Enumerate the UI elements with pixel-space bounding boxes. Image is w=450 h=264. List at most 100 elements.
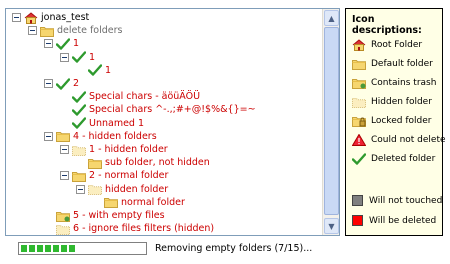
collapse-toggle[interactable] — [28, 26, 37, 36]
scroll-down-button[interactable]: ▼ — [324, 218, 339, 234]
default-folder-icon — [72, 170, 86, 182]
progress-block — [69, 245, 75, 252]
collapse-toggle[interactable] — [60, 145, 69, 154]
legend-swatch-item: Will not touched — [352, 195, 442, 206]
root-folder-icon — [24, 11, 38, 24]
default-folder-icon — [88, 157, 102, 169]
scroll-up-button[interactable]: ▲ — [324, 10, 339, 26]
hidden-folder-icon — [72, 144, 86, 156]
contains-trash-icon — [56, 210, 70, 222]
color-swatch — [352, 195, 363, 206]
legend-item-label: Root Folder — [371, 40, 423, 50]
deleted-check-icon — [71, 104, 87, 116]
tree-node[interactable]: sub folder, not hidden — [76, 156, 210, 169]
tree-node[interactable]: 6 - ignore files filters (hidden) — [44, 222, 214, 235]
tree-node[interactable]: 4 - hidden folders — [44, 130, 157, 143]
collapse-toggle[interactable] — [44, 131, 53, 141]
locked-folder-icon — [352, 115, 366, 127]
warning-icon — [351, 133, 367, 146]
root-folder-icon — [352, 39, 366, 51]
legend-item-label: Default folder — [371, 59, 433, 69]
tree-node[interactable]: Special chars ^-.,;#+@!$%&{}=~ — [60, 103, 256, 116]
tree-node[interactable]: Unnamed 1 — [60, 117, 144, 130]
contains-trash-icon — [352, 77, 366, 89]
tree-node-label: sub folder, not hidden — [105, 157, 210, 169]
tree-node[interactable]: normal folder — [92, 196, 185, 209]
tree-node-label: 2 — [73, 78, 80, 89]
status-text: Removing empty folders (7/15)... — [155, 243, 313, 254]
tree-node-label: jonas_test — [41, 12, 90, 23]
tree-node-label: 1 — [105, 64, 112, 76]
vertical-scrollbar[interactable]: ▲ ▼ — [322, 9, 339, 235]
color-swatch — [352, 215, 363, 226]
tree-viewport: jonas_test delete folders 1 1 1 2 Special char… — [6, 9, 322, 235]
legend-item-label: Could not delete — [371, 135, 446, 145]
legend-item: Contains trash — [352, 77, 436, 89]
tree-node-label: 5 - with empty files — [73, 210, 165, 221]
tree-node-label: Special chars - äöüÄÖÜ — [89, 91, 201, 103]
scroll-thumb[interactable] — [324, 27, 339, 215]
progress-block — [61, 245, 67, 252]
default-folder-icon — [40, 25, 54, 37]
tree-node-label: 4 - hidden folders — [73, 130, 157, 142]
progress-fill — [21, 245, 75, 252]
tree-node[interactable]: 1 — [60, 51, 95, 64]
tree-node[interactable]: 1 — [44, 37, 79, 50]
legend-title: Icon descriptions: — [352, 14, 422, 36]
tree-node[interactable]: 5 - with empty files — [44, 209, 165, 222]
default-folder-icon — [56, 130, 70, 143]
hidden-folder-icon — [88, 183, 102, 196]
legend-item: Locked folder — [352, 115, 431, 127]
deleted-check-icon — [55, 77, 71, 90]
deleted-check-icon — [71, 117, 87, 129]
legend-item: Default folder — [352, 58, 433, 70]
tree-node[interactable]: 1 — [76, 64, 111, 77]
tree-node-label: delete folders — [57, 25, 123, 37]
tree-node[interactable]: jonas_test — [12, 11, 89, 24]
legend-swatch-label: Will be deleted — [369, 215, 437, 226]
legend-item: Root Folder — [352, 39, 422, 51]
folder-tree[interactable]: jonas_test delete folders 1 1 1 2 Special char… — [5, 8, 340, 236]
tree-node-label: Special chars ^-.,;#+@!$%&{}=~ — [89, 104, 256, 116]
tree-node-label: Unnamed 1 — [89, 117, 145, 129]
tree-node[interactable]: 2 — [44, 77, 79, 90]
deleted-check-icon — [87, 64, 103, 76]
default-folder-icon — [104, 196, 118, 209]
default-folder-icon — [352, 58, 366, 70]
legend-item-label: Hidden folder — [371, 97, 432, 107]
tree-node[interactable]: delete folders — [28, 24, 122, 37]
collapse-toggle[interactable] — [60, 52, 69, 62]
tree-node-label: 1 - hidden folder — [89, 144, 168, 155]
collapse-toggle[interactable] — [60, 171, 69, 181]
collapse-toggle[interactable] — [12, 13, 21, 22]
legend-item: Could not delete — [351, 133, 446, 146]
tree-node[interactable]: 2 - normal folder — [60, 169, 168, 182]
tree-node-label: normal folder — [121, 196, 185, 208]
legend-swatch-item: Will be deleted — [352, 215, 436, 226]
legend-item: Hidden folder — [352, 96, 432, 108]
legend-swatch-label: Will not touched — [369, 195, 443, 206]
deleted-check-icon — [71, 90, 87, 103]
hidden-folder-icon — [56, 223, 70, 235]
deleted-check-icon — [71, 51, 87, 63]
legend-item-label: Deleted folder — [371, 154, 436, 164]
collapse-toggle[interactable] — [44, 39, 53, 49]
progress-block — [29, 245, 35, 252]
tree-node-label: 2 - normal folder — [89, 170, 169, 182]
legend-item-label: Contains trash — [371, 78, 437, 88]
tree-node-label: hidden folder — [105, 183, 169, 195]
collapse-toggle[interactable] — [44, 79, 53, 88]
tree-node[interactable]: 1 - hidden folder — [60, 143, 168, 156]
progress-bar — [18, 242, 147, 255]
tree-node-label: 1 — [73, 38, 80, 50]
progress-block — [53, 245, 59, 252]
hidden-folder-icon — [352, 96, 366, 108]
legend-item-label: Locked folder — [371, 116, 432, 126]
tree-node-label: 1 — [89, 51, 96, 63]
legend-item: Deleted folder — [351, 153, 436, 165]
tree-node[interactable]: hidden folder — [76, 183, 168, 196]
progress-block — [45, 245, 51, 252]
collapse-toggle[interactable] — [76, 184, 85, 194]
progress-block — [37, 245, 43, 252]
tree-node[interactable]: Special chars - äöüÄÖÜ — [60, 90, 200, 103]
